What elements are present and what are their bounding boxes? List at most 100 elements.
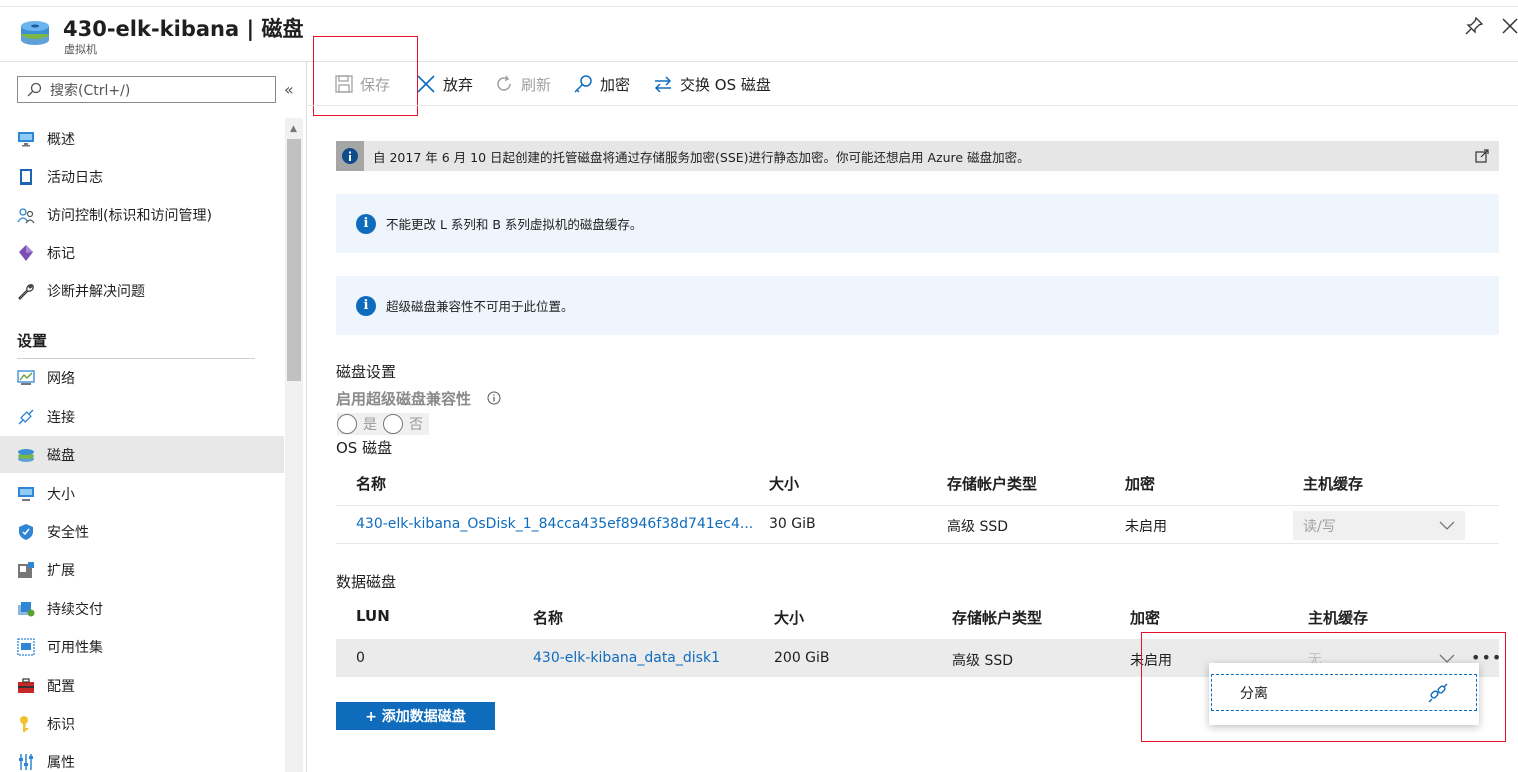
save-highlight-box: [313, 36, 418, 116]
sidebar-item-label: 网络: [47, 370, 75, 387]
sidebar-item-label: 扩展: [47, 562, 75, 579]
sidebar-item-size[interactable]: 大小: [0, 475, 284, 512]
delivery-icon: [17, 600, 35, 618]
ultra-compat-label: 启用超级磁盘兼容性: [336, 390, 472, 408]
swap-os-disk-label: 交换 OS 磁盘: [680, 75, 771, 94]
swap-os-disk-button[interactable]: 交换 OS 磁盘: [653, 70, 771, 98]
data-disk-size: 200 GiB: [774, 650, 830, 666]
info-icon[interactable]: [487, 391, 501, 409]
discard-button[interactable]: 放弃: [416, 70, 473, 98]
column-header-storage-type: 存储帐户类型: [952, 609, 1043, 627]
sidebar-item-availability-set[interactable]: 可用性集: [0, 628, 284, 665]
info-icon: i: [356, 295, 376, 316]
identity-icon: [17, 715, 35, 733]
column-header-encryption: 加密: [1130, 609, 1161, 627]
table-divider: [336, 505, 1499, 506]
search-icon: [27, 82, 42, 96]
column-header-storage-type: 存储帐户类型: [947, 475, 1038, 493]
sidebar-item-label: 概述: [47, 131, 75, 148]
sidebar-item-connect[interactable]: 连接: [0, 398, 284, 435]
sidebar-item-activity-log[interactable]: 活动日志: [0, 158, 284, 195]
ultra-no-radio[interactable]: 否: [383, 414, 429, 434]
sse-info-text: 自 2017 年 6 月 10 日起创建的托管磁盘将通过存储服务加密(SSE)进…: [373, 149, 1030, 165]
sidebar-scrollbar-thumb[interactable]: [287, 139, 301, 381]
column-header-name: 名称: [356, 475, 387, 493]
encrypt-button[interactable]: 加密: [573, 70, 630, 98]
cache-info-banner: i 不能更改 L 系列和 B 系列虚拟机的磁盘缓存。: [336, 194, 1499, 253]
sidebar-item-label: 连接: [47, 409, 75, 426]
header-divider: [0, 61, 1518, 62]
monitor-icon: [17, 130, 35, 148]
sidebar-item-tags[interactable]: 标记: [0, 234, 284, 271]
close-icon[interactable]: [1500, 16, 1518, 36]
external-link-icon[interactable]: [1475, 149, 1489, 167]
disk-icon: [17, 446, 35, 464]
sidebar-item-label: 标记: [47, 245, 75, 262]
os-disk-host-cache-value: 读/写: [1303, 518, 1336, 535]
sidebar-item-continuous-delivery[interactable]: 持续交付: [0, 590, 284, 627]
os-disk-host-cache-select[interactable]: 读/写: [1293, 511, 1465, 540]
settings-heading: 设置: [17, 332, 48, 350]
availability-icon: [17, 637, 35, 656]
ultra-compat-radio-group: 是 否: [337, 413, 429, 435]
data-disks-heading: 数据磁盘: [336, 573, 397, 591]
discard-label: 放弃: [443, 75, 474, 94]
column-header-host-cache: 主机缓存: [1308, 609, 1369, 627]
ultra-info-banner: i 超级磁盘兼容性不可用于此位置。: [336, 276, 1499, 335]
swap-icon: [654, 76, 672, 93]
os-disk-encryption: 未启用: [1125, 519, 1167, 535]
connect-icon: [17, 408, 35, 426]
sidebar-item-label: 标识: [47, 716, 75, 733]
pin-icon[interactable]: [1464, 16, 1484, 36]
refresh-label: 刷新: [521, 75, 552, 94]
scroll-up-icon[interactable]: ▲: [290, 124, 297, 134]
data-disk-name-link[interactable]: 430-elk-kibana_data_disk1: [533, 650, 720, 666]
no-label: 否: [409, 417, 423, 433]
os-disk-name-link[interactable]: 430-elk-kibana_OsDisk_1_84cca435ef8946f3…: [356, 516, 753, 532]
page-subtitle: 虚拟机: [64, 43, 97, 56]
sidebar-item-properties[interactable]: 属性: [0, 743, 284, 772]
ultra-yes-radio[interactable]: 是: [337, 414, 383, 434]
os-disk-heading: OS 磁盘: [336, 439, 393, 457]
search-input[interactable]: 搜索(Ctrl+/): [17, 76, 276, 103]
sidebar-item-configuration[interactable]: 配置: [0, 667, 284, 704]
refresh-button[interactable]: 刷新: [494, 70, 551, 98]
sidebar-item-networking[interactable]: 网络: [0, 359, 284, 396]
sidebar-divider: [306, 62, 307, 772]
os-disk-storage-type: 高级 SSD: [947, 519, 1009, 535]
sidebar-item-disks[interactable]: 磁盘: [0, 436, 284, 473]
sidebar-item-label: 访问控制(标识和访问管理): [47, 207, 212, 224]
add-data-disk-button[interactable]: + 添加数据磁盘: [336, 702, 495, 730]
key-icon: [574, 75, 592, 93]
table-divider: [336, 543, 1499, 544]
column-header-encryption: 加密: [1125, 475, 1156, 493]
info-icon: i: [356, 213, 376, 234]
monitor-icon: [17, 485, 35, 503]
search-placeholder: 搜索(Ctrl+/): [50, 82, 131, 99]
sidebar-item-label: 持续交付: [47, 601, 103, 618]
sidebar-item-label: 配置: [47, 678, 75, 695]
extension-icon: [17, 561, 35, 579]
sidebar-item-extensions[interactable]: 扩展: [0, 551, 284, 588]
menu-highlight-box: [1141, 632, 1506, 742]
sidebar-item-security[interactable]: 安全性: [0, 513, 284, 550]
sidebar-item-label: 可用性集: [47, 639, 103, 656]
collapse-sidebar-button[interactable]: «: [284, 80, 294, 99]
sidebar-item-access-control[interactable]: 访问控制(标识和访问管理): [0, 196, 284, 233]
encrypt-label: 加密: [600, 75, 631, 94]
data-disk-storage-type: 高级 SSD: [952, 653, 1014, 669]
refresh-icon: [497, 75, 511, 91]
yes-label: 是: [363, 417, 377, 433]
sidebar-item-diagnose[interactable]: 诊断并解决问题: [0, 272, 284, 309]
wrench-icon: [17, 282, 35, 300]
sse-info-banner: 自 2017 年 6 月 10 日起创建的托管磁盘将通过存储服务加密(SSE)进…: [336, 141, 1499, 171]
sidebar-item-label: 磁盘: [47, 447, 75, 464]
sidebar-item-label: 活动日志: [47, 169, 103, 186]
sidebar-item-label: 安全性: [47, 524, 89, 541]
people-icon: [17, 206, 35, 224]
sidebar-item-label: 属性: [47, 754, 75, 771]
sidebar-item-overview[interactable]: 概述: [0, 120, 284, 157]
sidebar-item-identity[interactable]: 标识: [0, 705, 284, 742]
column-header-size: 大小: [769, 475, 800, 493]
os-disk-size: 30 GiB: [769, 516, 816, 532]
